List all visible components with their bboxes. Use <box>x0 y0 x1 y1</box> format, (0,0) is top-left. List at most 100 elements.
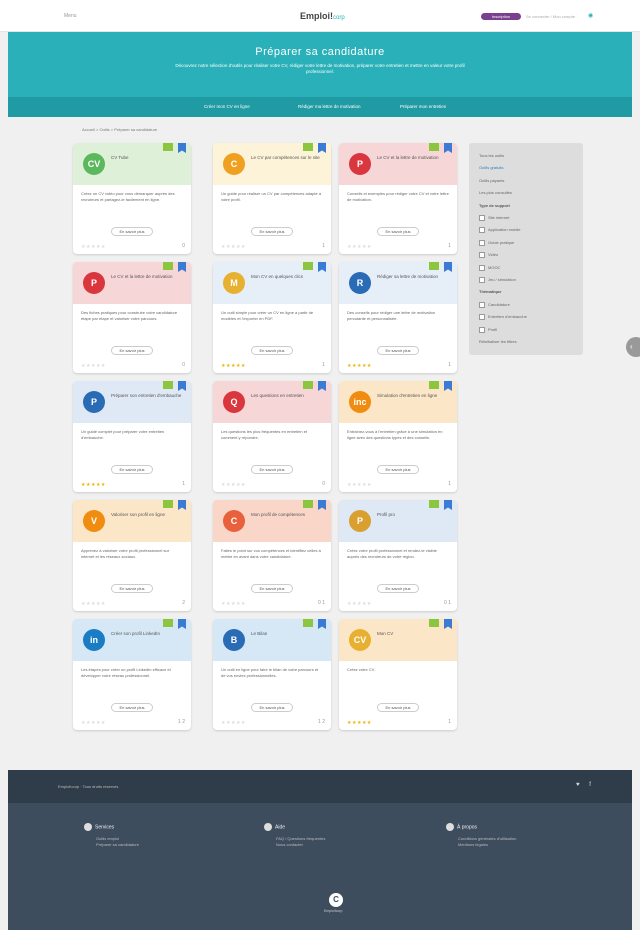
bookmark-icon[interactable] <box>178 381 186 391</box>
bookmark-icon[interactable] <box>318 381 326 391</box>
scroll-top-button[interactable]: ‹ <box>626 337 640 357</box>
tool-card[interactable]: CV CV Tube Créez un CV vidéo pour vous dém… <box>73 143 191 254</box>
rating-stars[interactable]: ★★★★★ <box>81 720 106 726</box>
tool-card[interactable]: C Le CV par compétences sur le site Un gui… <box>213 143 331 254</box>
more-button[interactable]: En savoir plus <box>251 346 293 355</box>
bookmark-icon[interactable] <box>318 143 326 153</box>
filter-option[interactable]: Jeu / simulation <box>479 277 516 283</box>
rating-stars[interactable]: ★★★★★ <box>347 363 372 369</box>
bookmark-icon[interactable] <box>178 619 186 629</box>
card-title[interactable]: Valoriser son profil en ligne <box>111 512 183 518</box>
bookmark-icon[interactable] <box>318 500 326 510</box>
rating-stars[interactable]: ★★★★★ <box>221 244 246 250</box>
signup-button[interactable]: Inscription <box>481 13 521 20</box>
card-title[interactable]: Créer son profil LinkedIn <box>111 631 183 637</box>
filter-option[interactable]: Profil <box>479 327 497 333</box>
more-button[interactable]: En savoir plus <box>377 346 419 355</box>
tool-card[interactable]: P Profil pro Créez votre profil profession… <box>339 500 457 611</box>
card-title[interactable]: Mon profil de compétences <box>251 512 323 518</box>
card-title[interactable]: Le Bilan <box>251 631 323 637</box>
login-link[interactable]: Se connecter / Mon compte <box>526 14 575 19</box>
card-title[interactable]: Rédiger sa lettre de motivation <box>377 274 449 280</box>
social-icons[interactable]: ♥ f <box>576 782 595 788</box>
card-title[interactable]: Profil pro <box>377 512 449 518</box>
more-button[interactable]: En savoir plus <box>111 465 153 474</box>
filter-option[interactable]: Entretien d'embauche <box>479 314 527 320</box>
bookmark-icon[interactable] <box>444 143 452 153</box>
more-button[interactable]: En savoir plus <box>111 227 153 236</box>
filter-option[interactable]: Outils gratuits <box>479 165 503 170</box>
rating-stars[interactable]: ★★★★★ <box>81 601 106 607</box>
user-icon[interactable]: ◉ <box>588 12 593 19</box>
rating-stars[interactable]: ★★★★★ <box>221 363 246 369</box>
tab-lettre[interactable]: Rédiger ma lettre de motivation <box>298 104 361 109</box>
tab-cv[interactable]: Créer mon CV en ligne <box>204 104 250 109</box>
bookmark-icon[interactable] <box>444 262 452 272</box>
footer-link[interactable]: Préparer sa candidature <box>96 842 139 848</box>
card-title[interactable]: Les questions en entretien <box>251 393 323 399</box>
filter-option[interactable]: Candidature <box>479 302 510 308</box>
tool-card[interactable]: CV Mon CV Créez votre CV. En savoir plus ★★★… <box>339 619 457 730</box>
card-title[interactable]: Le CV par compétences sur le site <box>251 155 323 161</box>
bookmark-icon[interactable] <box>178 262 186 272</box>
rating-stars[interactable]: ★★★★★ <box>81 482 106 488</box>
more-button[interactable]: En savoir plus <box>377 227 419 236</box>
filter-option[interactable]: MOOC <box>479 265 500 271</box>
filter-option[interactable]: Guide pratique <box>479 240 514 246</box>
filter-option[interactable]: Les plus consultés <box>479 190 512 195</box>
bookmark-icon[interactable] <box>178 143 186 153</box>
tool-card[interactable]: R Rédiger sa lettre de motivation Des cons… <box>339 262 457 373</box>
more-button[interactable]: En savoir plus <box>111 703 153 712</box>
tool-card[interactable]: inc Simulation d'entretien en ligne Entraî… <box>339 381 457 492</box>
tool-card[interactable]: C Mon profil de compétences Faites le poin… <box>213 500 331 611</box>
site-logo[interactable]: Emploi!corp <box>300 11 345 21</box>
rating-stars[interactable]: ★★★★★ <box>81 363 106 369</box>
more-button[interactable]: En savoir plus <box>251 584 293 593</box>
bookmark-icon[interactable] <box>318 619 326 629</box>
filter-option[interactable]: Tous les outils <box>479 153 504 158</box>
filter-option[interactable]: Vidéo <box>479 252 498 258</box>
more-button[interactable]: En savoir plus <box>111 346 153 355</box>
tool-card[interactable]: M Mon CV en quelques clics Un outil simple… <box>213 262 331 373</box>
tool-card[interactable]: P Le CV et la lettre de motivation Des fic… <box>73 262 191 373</box>
tool-card[interactable]: V Valoriser son profil en ligne Apprenez à… <box>73 500 191 611</box>
bookmark-icon[interactable] <box>178 500 186 510</box>
tool-card[interactable]: B Le Bilan Un outil en ligne pour faire le… <box>213 619 331 730</box>
rating-stars[interactable]: ★★★★★ <box>81 244 106 250</box>
bookmark-icon[interactable] <box>444 619 452 629</box>
card-title[interactable]: Simulation d'entretien en ligne <box>377 393 449 399</box>
filter-option[interactable]: Site internet <box>479 215 509 221</box>
footer-logo-icon[interactable]: C <box>329 893 343 907</box>
breadcrumb[interactable]: Accueil > Outils > Préparer sa candidatu… <box>82 127 157 132</box>
more-button[interactable]: En savoir plus <box>251 465 293 474</box>
more-button[interactable]: En savoir plus <box>377 465 419 474</box>
tab-entretien[interactable]: Préparer mon entretien <box>400 104 446 109</box>
rating-stars[interactable]: ★★★★★ <box>221 720 246 726</box>
tool-card[interactable]: P Le CV et la lettre de motivation Conseil… <box>339 143 457 254</box>
more-button[interactable]: En savoir plus <box>377 584 419 593</box>
tool-card[interactable]: in Créer son profil LinkedIn Les étapes po… <box>73 619 191 730</box>
bookmark-icon[interactable] <box>318 262 326 272</box>
card-title[interactable]: Le CV et la lettre de motivation <box>111 274 183 280</box>
filter-option[interactable]: Outils payants <box>479 178 504 183</box>
rating-stars[interactable]: ★★★★★ <box>347 244 372 250</box>
card-title[interactable]: Mon CV <box>377 631 449 637</box>
bookmark-icon[interactable] <box>444 500 452 510</box>
more-button[interactable]: En savoir plus <box>251 227 293 236</box>
more-button[interactable]: En savoir plus <box>377 703 419 712</box>
footer-link[interactable]: Mentions légales <box>458 842 516 848</box>
rating-stars[interactable]: ★★★★★ <box>347 601 372 607</box>
tool-card[interactable]: P Préparer son entretien d'embauche Un gui… <box>73 381 191 492</box>
footer-link[interactable]: Nous contacter <box>276 842 325 848</box>
more-button[interactable]: En savoir plus <box>251 703 293 712</box>
rating-stars[interactable]: ★★★★★ <box>347 720 372 726</box>
card-title[interactable]: CV Tube <box>111 155 183 161</box>
bookmark-icon[interactable] <box>444 381 452 391</box>
rating-stars[interactable]: ★★★★★ <box>347 482 372 488</box>
rating-stars[interactable]: ★★★★★ <box>221 601 246 607</box>
filter-option[interactable]: Réinitialiser les filtres <box>479 339 517 344</box>
card-title[interactable]: Mon CV en quelques clics <box>251 274 323 280</box>
filter-option[interactable]: Application mobile <box>479 227 520 233</box>
rating-stars[interactable]: ★★★★★ <box>221 482 246 488</box>
tool-card[interactable]: Q Les questions en entretien Les questions… <box>213 381 331 492</box>
